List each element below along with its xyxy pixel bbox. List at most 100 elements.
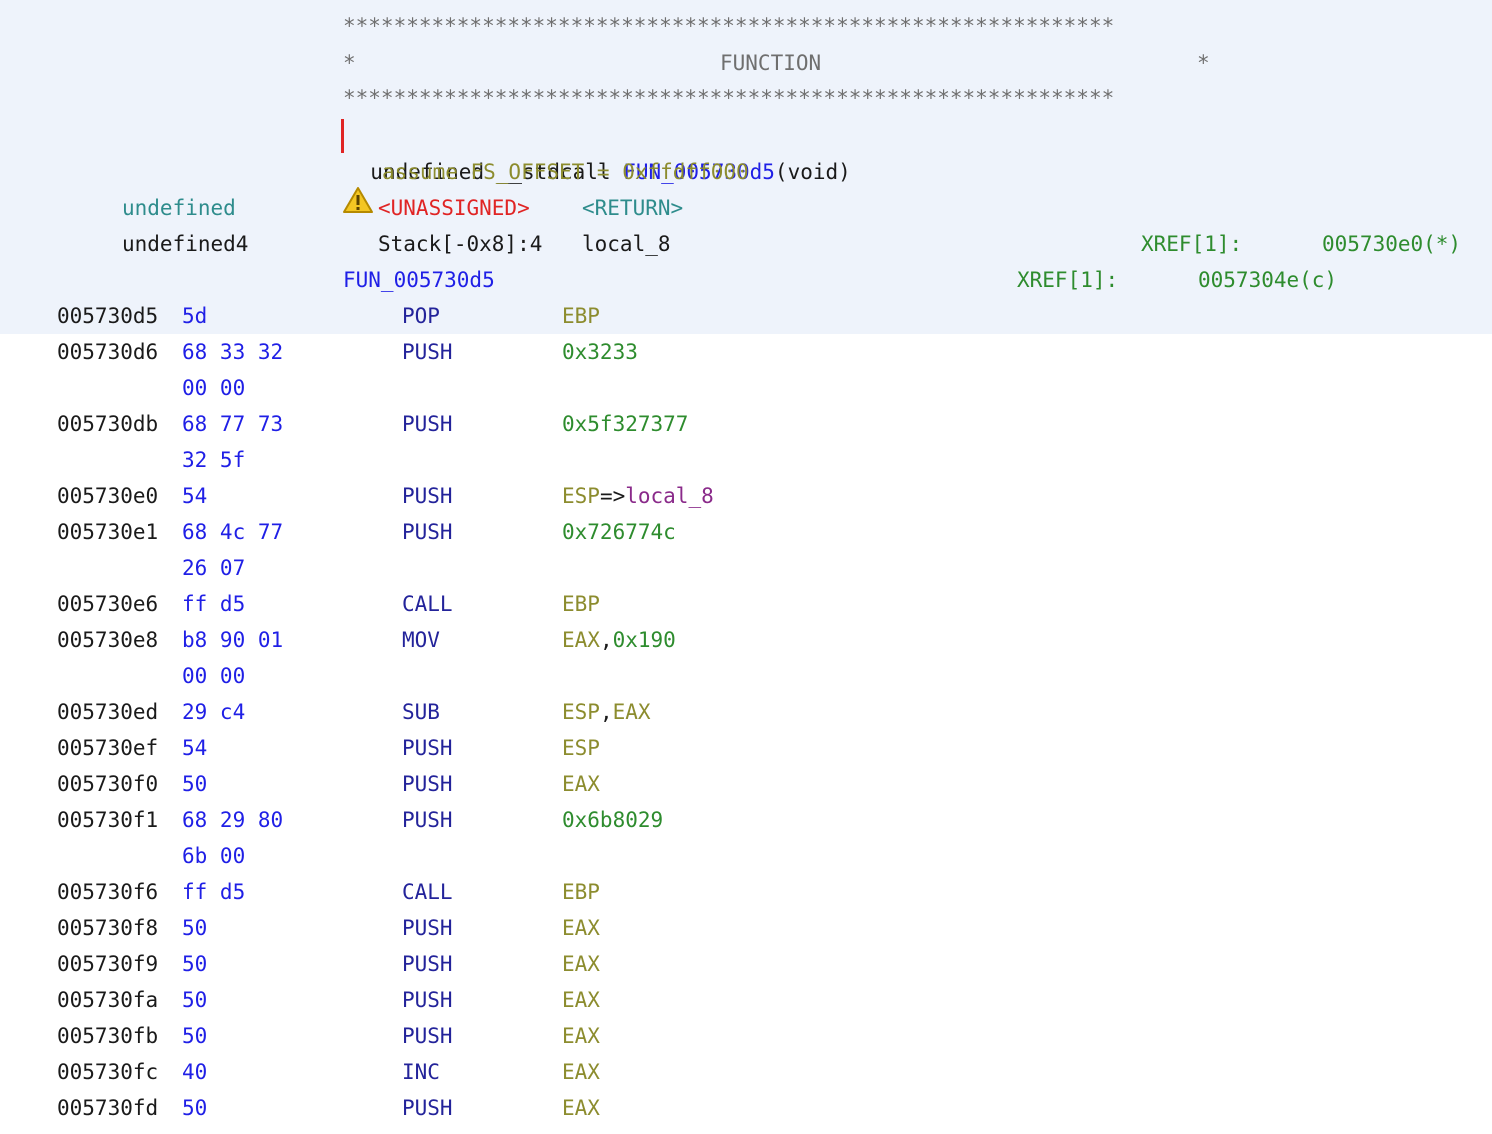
instruction-bytes[interactable]: 54 [182,478,207,514]
instruction-mnemonic[interactable]: PUSH [402,910,453,946]
instruction-address[interactable]: 005730f6 [57,874,158,910]
instruction-address[interactable]: 005730f8 [57,910,158,946]
operand-token[interactable]: , [600,628,613,652]
operand-token[interactable]: 0x190 [613,628,676,652]
instruction-bytes[interactable]: 68 29 80 [182,802,283,838]
local-type[interactable]: undefined4 [122,226,248,262]
instruction-operands[interactable]: 0x3233 [562,334,638,370]
instruction-mnemonic[interactable]: CALL [402,874,453,910]
operand-token[interactable]: EAX [562,772,600,796]
function-signature[interactable]: undefined __stdcall FUN_005730d5(void) [345,118,850,184]
listing-row[interactable]: 005730fc 40 INC EAX [0,1054,1492,1090]
instruction-bytes[interactable]: 54 [182,730,207,766]
operand-token[interactable]: ESP [562,736,600,760]
instruction-mnemonic[interactable]: PUSH [402,982,453,1018]
instruction-operands[interactable]: 0x6b8029 [562,802,663,838]
listing-row[interactable]: 005730fd 50 PUSH EAX [0,1090,1492,1126]
instruction-bytes[interactable]: 68 77 73 [182,406,283,442]
instruction-mnemonic[interactable]: MOV [402,622,440,658]
instruction-address[interactable]: 005730fa [57,982,158,1018]
instruction-bytes[interactable]: 50 [182,766,207,802]
operand-token[interactable]: EAX [562,952,600,976]
instruction-bytes[interactable]: 32 5f [182,442,245,478]
instruction-bytes[interactable]: 68 4c 77 [182,514,283,550]
instruction-operands[interactable]: EBP [562,298,600,334]
instruction-address[interactable]: 005730fb [57,1018,158,1054]
instruction-operands[interactable]: EAX,0x190 [562,622,676,658]
operand-token[interactable]: ESP [562,484,600,508]
listing-row[interactable]: 6b 00 [0,838,1492,874]
return-type[interactable]: undefined [122,190,236,226]
instruction-address[interactable]: 005730f9 [57,946,158,982]
listing-row[interactable]: 005730d5 5d POP EBP [0,298,1492,334]
instruction-operands[interactable]: EAX [562,946,600,982]
instruction-mnemonic[interactable]: SUB [402,694,440,730]
listing-row[interactable]: 00 00 [0,658,1492,694]
instruction-mnemonic[interactable]: PUSH [402,766,453,802]
instruction-mnemonic[interactable]: PUSH [402,946,453,982]
instruction-address[interactable]: 005730db [57,406,158,442]
listing-row[interactable]: 005730e0 54 PUSH ESP=>local_8 [0,478,1492,514]
instruction-mnemonic[interactable]: PUSH [402,334,453,370]
local-xref-value[interactable]: 005730e0(*) [1322,226,1461,262]
instruction-mnemonic[interactable]: PUSH [402,514,453,550]
operand-token[interactable]: 0x3233 [562,340,638,364]
operand-token[interactable]: EAX [562,1096,600,1120]
instruction-bytes[interactable]: 26 07 [182,550,245,586]
instruction-address[interactable]: 005730d5 [57,298,158,334]
instruction-bytes[interactable]: 50 [182,910,207,946]
listing-row[interactable]: 005730f6 ff d5 CALL EBP [0,874,1492,910]
instruction-bytes[interactable]: 6b 00 [182,838,245,874]
operand-token[interactable]: EAX [562,988,600,1012]
instruction-mnemonic[interactable]: INC [402,1054,440,1090]
operand-token[interactable]: EAX [562,628,600,652]
instruction-bytes[interactable]: ff d5 [182,586,245,622]
instruction-operands[interactable]: EAX [562,982,600,1018]
instruction-address[interactable]: 005730d6 [57,334,158,370]
instruction-mnemonic[interactable]: PUSH [402,1018,453,1054]
operand-token[interactable]: ESP [562,700,600,724]
operand-token[interactable]: EAX [562,1024,600,1048]
instruction-address[interactable]: 005730e8 [57,622,158,658]
instruction-address[interactable]: 005730f1 [57,802,158,838]
instruction-mnemonic[interactable]: POP [402,298,440,334]
instruction-address[interactable]: 005730f0 [57,766,158,802]
listing-row[interactable]: 26 07 [0,550,1492,586]
return-name[interactable]: <RETURN> [582,190,683,226]
function-label[interactable]: FUN_005730d5 [343,262,495,298]
listing-row[interactable]: 00 00 [0,370,1492,406]
instruction-bytes[interactable]: 50 [182,1018,207,1054]
sig-args[interactable]: (void) [775,160,851,184]
operand-token[interactable]: => [600,484,625,508]
listing-row[interactable]: 005730f9 50 PUSH EAX [0,946,1492,982]
assume-line[interactable]: assume FS_OFFSET = 0xffdff000 [382,154,749,190]
instruction-operands[interactable]: EAX [562,1018,600,1054]
instruction-operands[interactable]: EAX [562,1054,600,1090]
listing-row[interactable]: 005730db 68 77 73 PUSH 0x5f327377 [0,406,1492,442]
instruction-operands[interactable]: EBP [562,874,600,910]
listing-row[interactable]: 005730e8 b8 90 01 MOV EAX,0x190 [0,622,1492,658]
instruction-operands[interactable]: ESP [562,730,600,766]
instruction-operands[interactable]: ESP=>local_8 [562,478,714,514]
listing-row[interactable]: 005730ed 29 c4 SUB ESP,EAX [0,694,1492,730]
instruction-mnemonic[interactable]: PUSH [402,406,453,442]
listing-row[interactable]: 005730fb 50 PUSH EAX [0,1018,1492,1054]
operand-token[interactable]: 0x726774c [562,520,676,544]
listing-row[interactable]: 005730f1 68 29 80 PUSH 0x6b8029 [0,802,1492,838]
local-name[interactable]: local_8 [582,226,671,262]
instruction-bytes[interactable]: 50 [182,946,207,982]
instruction-bytes[interactable]: 5d [182,298,207,334]
instruction-bytes[interactable]: 00 00 [182,370,245,406]
instruction-operands[interactable]: EAX [562,766,600,802]
instruction-bytes[interactable]: 50 [182,1090,207,1126]
listing-row[interactable]: 005730ef 54 PUSH ESP [0,730,1492,766]
instruction-bytes[interactable]: 29 c4 [182,694,245,730]
operand-token[interactable]: local_8 [625,484,714,508]
instruction-mnemonic[interactable]: PUSH [402,1090,453,1126]
listing-row[interactable]: 005730f0 50 PUSH EAX [0,766,1492,802]
instruction-operands[interactable]: EAX [562,910,600,946]
operand-token[interactable]: EBP [562,592,600,616]
instruction-address[interactable]: 005730fc [57,1054,158,1090]
instruction-operands[interactable]: ESP,EAX [562,694,651,730]
operand-token[interactable]: EAX [562,1060,600,1084]
